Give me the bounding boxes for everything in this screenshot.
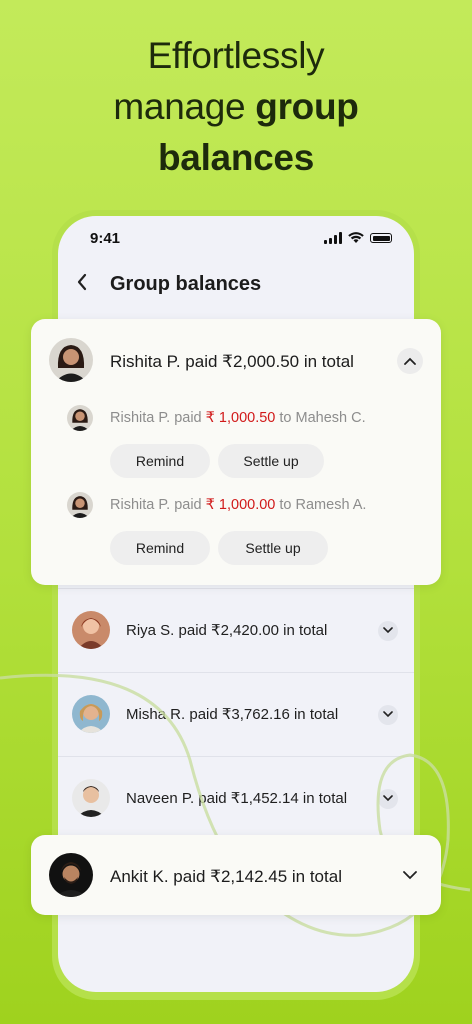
headline-bold-2: balances [158, 137, 314, 178]
collapse-button[interactable] [397, 348, 423, 374]
card-summary: Rishita P. paid ₹2,000.50 in total [110, 352, 354, 371]
back-button[interactable] [76, 271, 110, 297]
chevron-down-icon [383, 795, 393, 802]
card-summary: Ankit K. paid ₹2,142.45 in total [110, 867, 342, 886]
debt-prefix: Rishita P. paid [110, 497, 206, 513]
headline-line-3: balances [0, 132, 472, 183]
remind-button[interactable]: Remind [110, 531, 210, 565]
debt-amount: ₹ 1,000.00 [205, 497, 276, 513]
chevron-down-icon [403, 871, 417, 880]
avatar [49, 338, 93, 382]
debt-amount: ₹ 1,000.50 [205, 410, 276, 426]
nav-bar: Group balances [76, 272, 396, 296]
balance-row-label: Riya S. paid ₹2,420.00 in total [126, 622, 328, 639]
chevron-left-icon [77, 273, 87, 291]
avatar [49, 853, 93, 897]
expand-button[interactable] [378, 621, 398, 641]
debt-line: Rishita P. paid ₹ 1,000.00 to Ramesh A. [110, 497, 366, 513]
settle-up-button[interactable]: Settle up [218, 444, 324, 478]
expand-button[interactable] [403, 867, 419, 883]
status-icons [324, 232, 392, 244]
expand-button[interactable] [378, 789, 398, 809]
expanded-balance-card: Rishita P. paid ₹2,000.50 in total Rishi… [31, 319, 441, 585]
avatar [72, 611, 110, 649]
highlight-balance-card[interactable]: Ankit K. paid ₹2,142.45 in total [31, 835, 441, 915]
headline-line-1: Effortlessly [147, 35, 325, 76]
avatar [72, 695, 110, 733]
balance-row-misha[interactable]: Misha R. paid ₹3,762.16 in total [58, 672, 414, 757]
balance-row-naveen[interactable]: Naveen P. paid ₹1,452.14 in total [58, 756, 414, 841]
chevron-down-icon [383, 627, 393, 634]
chevron-down-icon [383, 711, 393, 718]
avatar [67, 405, 93, 431]
balance-row-label: Misha R. paid ₹3,762.16 in total [126, 706, 339, 723]
debt-suffix: to Mahesh C. [275, 410, 366, 426]
headline: Effortlessly manage group balances [0, 30, 472, 183]
debt-prefix: Rishita P. paid [110, 410, 206, 426]
wifi-icon [348, 232, 364, 243]
battery-icon [370, 233, 392, 243]
page-title: Group balances [110, 272, 262, 295]
headline-line-2: manage group [0, 81, 472, 132]
remind-button[interactable]: Remind [110, 444, 210, 478]
status-time: 9:41 [90, 230, 121, 247]
headline-bold: group [255, 86, 359, 127]
debt-suffix: to Ramesh A. [275, 497, 367, 513]
avatar [67, 492, 93, 518]
headline-plain: manage [113, 86, 256, 127]
status-bar: 9:41 [90, 230, 392, 250]
expand-button[interactable] [378, 705, 398, 725]
signal-icon [324, 232, 342, 244]
chevron-up-icon [404, 357, 416, 365]
balance-row-riya[interactable]: Riya S. paid ₹2,420.00 in total [58, 588, 414, 673]
settle-up-button[interactable]: Settle up [218, 531, 328, 565]
debt-line: Rishita P. paid ₹ 1,000.50 to Mahesh C. [110, 410, 366, 426]
balance-row-label: Naveen P. paid ₹1,452.14 in total [126, 790, 348, 807]
avatar [72, 779, 110, 817]
